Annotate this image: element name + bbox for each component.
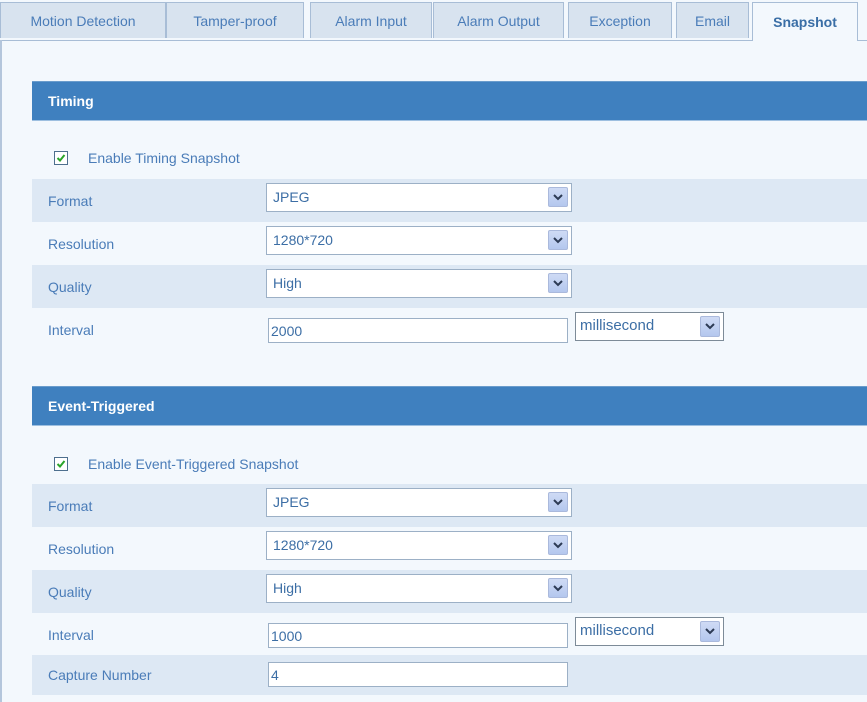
chevron-down-icon[interactable] <box>700 316 720 337</box>
section-title: Event-Triggered <box>48 398 155 414</box>
enable-event-snapshot[interactable]: Enable Event-Triggered Snapshot <box>54 456 298 472</box>
chevron-down-icon[interactable] <box>548 273 568 293</box>
format-label: Format <box>48 193 93 209</box>
interval-label: Interval <box>48 627 94 643</box>
event-resolution-row: Resolution 1280*720 <box>32 527 867 570</box>
event-section-header: Event-Triggered <box>32 386 867 426</box>
checkmark-icon <box>56 460 66 468</box>
select-value: High <box>273 580 302 596</box>
select-value: millisecond <box>580 622 655 639</box>
chevron-down-icon[interactable] <box>548 492 568 512</box>
tab-label: Email <box>694 12 730 29</box>
resolution-label: Resolution <box>48 541 115 557</box>
event-quality-select[interactable]: High <box>266 574 572 603</box>
select-value: High <box>273 275 302 291</box>
enable-timing-snapshot[interactable]: Enable Timing Snapshot <box>54 150 240 166</box>
event-interval-unit-select[interactable]: millisecond <box>575 617 724 646</box>
event-format-row: Format JPEG <box>32 484 867 527</box>
tab-alarm-output[interactable]: Alarm Output <box>433 2 564 38</box>
enable-event-label: Enable Event-Triggered Snapshot <box>88 456 299 472</box>
quality-label: Quality <box>48 279 92 295</box>
chevron-down-icon[interactable] <box>548 187 568 207</box>
select-value: 1280*720 <box>273 537 333 553</box>
chevron-down-icon[interactable] <box>548 230 568 250</box>
chevron-down-icon[interactable] <box>548 578 568 598</box>
tab-alarm-input[interactable]: Alarm Input <box>310 2 432 38</box>
enable-event-checkbox[interactable] <box>54 457 68 471</box>
tab-exception[interactable]: Exception <box>568 2 672 38</box>
timing-quality-select[interactable]: High <box>266 269 572 298</box>
tab-label: Motion Detection <box>30 12 136 29</box>
tab-label: Alarm Output <box>457 12 540 29</box>
event-quality-row: Quality High <box>32 570 867 613</box>
event-format-select[interactable]: JPEG <box>266 488 572 517</box>
tab-label: Exception <box>589 12 651 29</box>
tab-bar: Motion Detection Tamper-proof Alarm Inpu… <box>0 0 867 41</box>
timing-format-select[interactable]: JPEG <box>266 183 572 212</box>
interval-label: Interval <box>48 322 94 338</box>
quality-label: Quality <box>48 584 92 600</box>
tab-label: Snapshot <box>773 14 837 30</box>
capture-number-input[interactable]: 4 <box>268 662 568 687</box>
format-label: Format <box>48 498 93 514</box>
tab-snapshot[interactable]: Snapshot <box>752 2 858 41</box>
timing-interval-input[interactable]: 2000 <box>268 318 568 343</box>
timing-resolution-select[interactable]: 1280*720 <box>266 226 572 255</box>
event-interval-row: Interval 1000 millisecond <box>32 613 867 656</box>
tab-label: Alarm Input <box>335 12 407 29</box>
select-value: JPEG <box>273 189 310 205</box>
chevron-down-icon[interactable] <box>700 621 720 642</box>
capture-number-label: Capture Number <box>48 667 152 683</box>
select-value: 1280*720 <box>273 232 333 248</box>
tab-divider <box>0 40 867 41</box>
timing-format-row: Format JPEG <box>32 179 867 222</box>
tab-motion-detection[interactable]: Motion Detection <box>0 2 166 38</box>
tab-label: Tamper-proof <box>193 12 277 29</box>
select-value: JPEG <box>273 494 310 510</box>
timing-interval-row: Interval 2000 millisecond <box>32 308 867 351</box>
tab-tamper-proof[interactable]: Tamper-proof <box>166 2 304 38</box>
select-value: millisecond <box>580 317 655 334</box>
event-resolution-select[interactable]: 1280*720 <box>266 531 572 560</box>
tab-email[interactable]: Email <box>676 2 749 38</box>
panel-border <box>0 40 2 702</box>
event-interval-input[interactable]: 1000 <box>268 623 568 648</box>
enable-timing-checkbox[interactable] <box>54 151 68 165</box>
timing-section-header: Timing <box>32 81 867 121</box>
timing-quality-row: Quality High <box>32 265 867 308</box>
timing-interval-unit-select[interactable]: millisecond <box>575 312 724 341</box>
enable-timing-label: Enable Timing Snapshot <box>88 150 240 166</box>
chevron-down-icon[interactable] <box>548 535 568 555</box>
timing-resolution-row: Resolution 1280*720 <box>32 222 867 265</box>
checkmark-icon <box>56 154 66 162</box>
section-title: Timing <box>48 93 94 109</box>
event-capture-row: Capture Number 4 <box>32 655 867 695</box>
resolution-label: Resolution <box>48 236 115 252</box>
